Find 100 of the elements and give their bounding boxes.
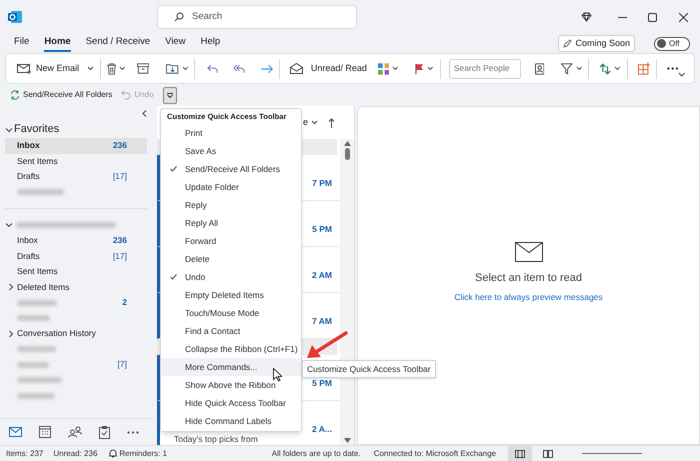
new-email-button[interactable]: New Email <box>17 62 94 76</box>
menu-item[interactable]: Find a Contact <box>161 322 301 340</box>
address-book-icon[interactable] <box>534 62 544 74</box>
caret-icon[interactable] <box>182 66 188 71</box>
menu-tab[interactable]: File <box>14 35 30 52</box>
view-button[interactable] <box>508 446 532 461</box>
menu-item[interactable]: Reply <box>161 196 301 214</box>
search-people-field[interactable]: Search People <box>448 58 521 78</box>
folder-item[interactable]: [7] <box>5 357 147 372</box>
coming-soon-button[interactable]: Coming Soon <box>558 35 635 52</box>
preview-link[interactable]: Click here to always preview messages <box>454 290 603 304</box>
flag-icon[interactable] <box>414 62 424 74</box>
more-icon[interactable] <box>126 430 138 434</box>
more-icon[interactable] <box>667 67 678 70</box>
open-envelope-icon <box>290 63 303 74</box>
message-time: 2 A... <box>312 425 332 434</box>
calendar-icon[interactable] <box>38 426 50 438</box>
archive-icon[interactable] <box>137 63 150 74</box>
menu-item[interactable]: Undo <box>161 268 301 286</box>
filter-icon[interactable] <box>561 62 573 74</box>
menu-item[interactable]: Empty Deleted Items <box>161 286 301 304</box>
chevron-down-icon[interactable] <box>5 126 13 134</box>
status-text: Unread: 236 <box>53 448 98 460</box>
folder-item[interactable]: Conversation History <box>5 326 147 342</box>
scroll-up-icon[interactable] <box>344 141 350 146</box>
caret-icon[interactable] <box>87 66 94 71</box>
caret-icon[interactable] <box>576 66 582 71</box>
quick-access-button[interactable]: Send/Receive All Folders <box>10 89 112 101</box>
folder-item[interactable]: Inbox 236 <box>5 233 147 248</box>
sync-icon <box>10 90 20 100</box>
menu-tab[interactable]: Send / Receive <box>86 35 150 52</box>
message-time: 7 PM <box>312 179 332 188</box>
maximize-icon[interactable] <box>648 12 657 22</box>
undo-icon <box>121 90 132 100</box>
folder-item[interactable]: Drafts [17] <box>5 248 147 264</box>
pen-icon <box>563 39 572 48</box>
folder-item[interactable]: Drafts [17] <box>5 169 147 184</box>
close-icon[interactable] <box>679 12 688 22</box>
menu-tab[interactable]: View <box>165 35 186 52</box>
status-text: All folders are up to date. <box>272 448 361 460</box>
reply-all-icon[interactable] <box>233 64 246 74</box>
reply-icon[interactable] <box>207 64 218 74</box>
people-icon[interactable] <box>68 426 82 438</box>
menu-item[interactable]: Send/Receive All Folders <box>161 160 301 178</box>
status-text: Items: 237 <box>6 448 44 460</box>
caret-icon[interactable] <box>614 66 622 71</box>
customize-toolbar-button[interactable] <box>162 86 177 104</box>
message-preview: Today's top picks from <box>173 434 258 443</box>
blurred-text <box>17 300 57 306</box>
envelope-icon <box>514 242 542 262</box>
menu-item[interactable]: Touch/Mouse Mode <box>161 304 301 322</box>
folder-item[interactable]: Sent Items <box>5 154 147 169</box>
expand-ribbon-icon[interactable] <box>678 72 686 77</box>
mail-icon[interactable] <box>8 427 22 437</box>
menu-item[interactable]: Delete <box>161 250 301 268</box>
search-field[interactable]: Search <box>157 5 357 29</box>
chevron-down-icon[interactable] <box>5 221 13 229</box>
move-folder-icon[interactable] <box>166 63 179 74</box>
menu-item[interactable]: Collapse the Ribbon (Ctrl+F1) <box>161 340 301 358</box>
menu-item[interactable]: Reply All <box>161 214 301 232</box>
menu-tab[interactable]: Help <box>200 35 220 52</box>
caret-icon[interactable] <box>392 66 399 71</box>
section-header[interactable]: Favorites <box>14 121 60 138</box>
caret-icon[interactable] <box>427 66 434 71</box>
collapse-pane-icon[interactable] <box>142 110 147 117</box>
folder-item[interactable]: 2 <box>5 295 147 310</box>
menu-item[interactable]: Forward <box>161 232 301 250</box>
sort-label[interactable]: e <box>303 116 308 130</box>
add-in-icon[interactable] <box>638 62 650 75</box>
menu-item[interactable]: Show Above the Ribbon <box>161 376 301 394</box>
chevron-down-icon[interactable] <box>311 120 318 125</box>
sort-arrow-icon[interactable] <box>328 118 336 128</box>
envelope-plus-icon <box>17 62 31 74</box>
chevron-right-icon[interactable] <box>7 283 15 292</box>
chevron-right-icon[interactable] <box>7 330 15 338</box>
unread-read-button[interactable]: Unread/ Read <box>290 62 367 76</box>
folder-item[interactable]: Deleted Items <box>5 280 147 295</box>
empty-message: Select an item to read <box>474 271 582 286</box>
bell-icon <box>109 449 118 458</box>
sync-arrows-icon[interactable] <box>599 62 612 74</box>
status-text: Reminders: 1 <box>119 448 167 460</box>
menu-item[interactable]: Save As <box>161 142 301 160</box>
clipboard-check-icon[interactable] <box>98 426 110 438</box>
diamond-icon[interactable] <box>581 12 592 22</box>
menu-item[interactable]: Update Folder <box>161 178 301 196</box>
menu-item[interactable]: Hide Command Labels <box>161 412 301 430</box>
toggle-switch[interactable]: Off <box>654 36 690 50</box>
folder-item[interactable]: Sent Items <box>5 264 147 280</box>
caret-icon[interactable] <box>119 66 126 71</box>
menu-item[interactable]: More Commands... <box>161 358 301 376</box>
menu-item[interactable]: Print <box>161 124 301 142</box>
folder-item[interactable]: Inbox 236 <box>5 138 147 154</box>
scroll-thumb[interactable] <box>344 148 350 160</box>
trash-icon[interactable] <box>106 62 116 74</box>
forward-icon[interactable] <box>260 64 273 74</box>
message-time: 7 AM <box>312 317 332 326</box>
message-time: 5 PM <box>312 379 332 388</box>
categorize-icon[interactable] <box>378 62 390 74</box>
scroll-down-icon[interactable] <box>344 438 350 443</box>
blurred-text <box>17 189 64 196</box>
